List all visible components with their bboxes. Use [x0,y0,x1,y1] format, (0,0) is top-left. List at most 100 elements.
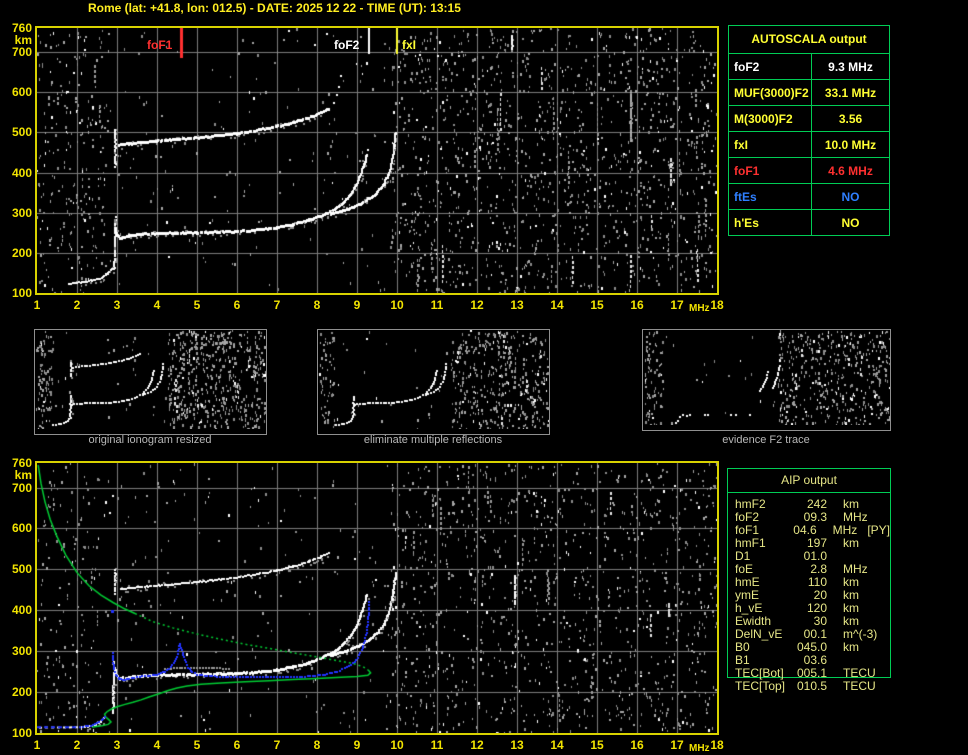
y-tick-label: 760 [11,21,32,35]
thumbnail-original-ionogram [34,329,267,435]
marker-label-foF2: foF2 [334,38,360,52]
thumbnail-no-multiples-canvas [318,330,549,429]
y-tick-label: 500 [11,562,32,577]
x-tick-label: 11 [430,298,444,312]
main-ionogram-plot [35,26,719,295]
x-tick-label: 14 [550,298,564,312]
x-tick-label: 15 [590,298,604,312]
x-tick-label: 4 [153,298,161,312]
thumbnail-caption-2: eliminate multiple reflections [363,434,503,446]
x-tick-label: 14 [550,738,564,752]
autoscala-param-value: 33.1 MHz [824,85,877,100]
marker-label-fxI: fxI [402,38,417,52]
autoscala-row: foF1 4.6 MHz [729,157,889,183]
y-tick-label: 300 [11,644,32,659]
y-tick-label: 500 [11,125,32,140]
x-tick-label: 9 [353,738,361,752]
x-tick-label: 3 [113,298,121,312]
autoscala-row: ftEs NO [729,183,889,209]
x-tick-label: 17 [670,738,684,752]
autoscala-param-value: 3.56 [838,111,863,126]
x-tick-label: 13 [510,738,524,752]
restored-ionogram-plot [35,461,719,735]
x-tick-label: 11 [430,738,444,752]
aip-param-flag: [PY] [867,523,890,537]
y-axis-unit-label: km [14,467,32,482]
aip-param-unit: km [843,640,859,654]
x-tick-label: 13 [510,298,524,312]
x-tick-label: 7 [273,738,281,752]
x-tick-label: 1 [33,738,41,752]
y-tick-label: 100 [11,726,32,740]
aip-table-header: AIP output [728,469,890,493]
x-tick-label: 9 [353,298,361,312]
x-tick-label: 16 [630,738,644,752]
x-tick-label: 3 [113,738,121,752]
aip-param-unit: TECU [843,679,876,693]
marker-label-foF1: foF1 [147,38,173,52]
restored-ionogram-canvas [37,463,717,733]
x-tick-label: 12 [470,298,484,312]
autoscala-param-label: M(3000)F2 [729,106,812,131]
x-tick-label: 10 [390,738,404,752]
x-tick-label: 5 [193,738,201,752]
autoscala-param-label: foF1 [729,158,812,183]
x-tick-label: 7 [273,298,281,312]
aip-param-value: 010.5 [796,679,827,693]
x-tick-label: 12 [470,738,484,752]
x-tick-label: 15 [590,738,604,752]
autoscala-row: h'Es NO [729,209,889,235]
thumbnail-original-canvas [35,330,266,429]
y-tick-label: 100 [11,286,32,300]
x-axis-unit-label: MHz [689,303,710,314]
autoscala-param-value: 4.6 MHz [828,163,873,178]
autoscala-param-value: 10.0 MHz [824,137,877,152]
aip-output-table: AIP output hmF2 242 km foF2 09.3 MHz foF1 04.6 M… [727,468,891,693]
x-tick-label: 6 [233,738,241,752]
autoscala-output-table: AUTOSCALA output foF2 9.3 MHz MUF(3000)F2 3… [728,25,890,236]
x-tick-label: 17 [670,298,684,312]
x-tick-label: 10 [390,298,404,312]
x-tick-label: 4 [153,738,161,752]
autoscala-param-label: ftEs [729,184,812,209]
aip-param-label: TEC[Top] [735,679,786,693]
x-tick-label: 5 [193,298,201,312]
autoscala-param-label: MUF(3000)F2 [729,80,812,105]
x-tick-label: 8 [313,298,321,312]
x-tick-label: 2 [73,298,81,312]
y-tick-label: 600 [11,85,32,100]
y-tick-label: 200 [11,245,32,260]
x-tick-label: 8 [313,738,321,752]
autoscala-row: foF2 9.3 MHz [729,53,889,79]
aip-table-rows: hmF2 242 km foF2 09.3 MHz foF1 04.6 MHz [PY] hmF1 1… [728,493,890,693]
thumbnail-f2-evidence-canvas [643,330,890,425]
autoscala-screen: Rome (lat: +41.8, lon: 012.5) - DATE: 20… [0,0,968,755]
y-tick-label: 200 [11,685,32,700]
y-tick-label: 400 [11,165,32,180]
x-tick-label: 2 [73,738,81,752]
y-tick-label: 600 [11,521,32,536]
autoscala-param-label: fxI [729,132,812,157]
autoscala-param-label: h'Es [729,210,812,235]
thumbnail-f2-evidence [642,329,891,431]
autoscala-param-value: NO [841,215,860,230]
y-tick-label: 700 [11,480,32,495]
autoscala-row: M(3000)F2 3.56 [729,105,889,131]
thumbnail-caption-3: evidence F2 trace [722,434,810,446]
x-tick-label: 6 [233,298,241,312]
autoscala-row: MUF(3000)F2 33.1 MHz [729,79,889,105]
main-ionogram-canvas [37,28,717,293]
x-tick-label: 16 [630,298,644,312]
x-axis-unit-label: MHz [689,743,710,754]
autoscala-param-value: 9.3 MHz [828,59,873,74]
y-tick-label: 300 [11,205,32,220]
thumbnail-no-multiples [317,329,550,435]
autoscala-param-value: NO [841,189,860,204]
x-tick-label: 1 [33,298,41,312]
aip-param-unit: km [843,536,859,550]
page-title: Rome (lat: +41.8, lon: 012.5) - DATE: 20… [88,1,461,15]
autoscala-param-label: foF2 [729,54,812,79]
thumbnail-caption-1: original ionogram resized [88,434,212,446]
y-tick-label: 700 [11,45,32,60]
autoscala-table-header: AUTOSCALA output [751,32,867,46]
